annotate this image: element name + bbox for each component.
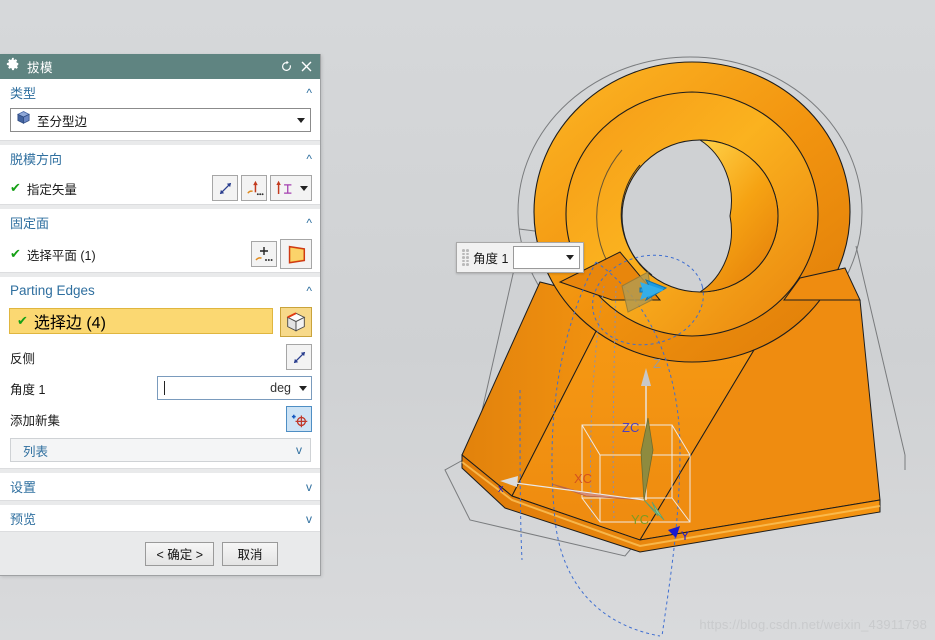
status-check-icon: ✔ — [17, 313, 28, 328]
group-draft-direction-title: 脱模方向 — [10, 152, 63, 167]
vector-dialog-icon[interactable] — [270, 175, 312, 201]
watermark: https://blog.csdn.net/weixin_43911798 — [699, 617, 927, 632]
group-draft-direction-header[interactable]: 脱模方向 ^ — [0, 145, 320, 172]
drag-grip-icon[interactable] — [461, 248, 470, 267]
cube-edge-icon[interactable] — [280, 306, 312, 337]
add-new-set-icon[interactable] — [286, 406, 312, 432]
gear-icon — [6, 57, 20, 76]
angle-input[interactable]: deg — [157, 376, 312, 400]
axis-label-yc: YC — [631, 512, 649, 527]
add-new-set-label: 添加新集 — [10, 413, 61, 428]
select-edge-label: 选择边 (4) — [33, 315, 106, 332]
chevron-down-icon[interactable] — [299, 385, 307, 391]
group-preview-title: 预览 — [10, 512, 37, 527]
group-type-title: 类型 — [10, 86, 37, 101]
chevron-down-icon[interactable]: v — [296, 444, 302, 456]
reset-icon[interactable] — [276, 57, 296, 77]
group-settings-title: 设置 — [10, 480, 37, 495]
group-stationary-face-header[interactable]: 固定面 ^ — [0, 209, 320, 236]
reverse-direction-icon[interactable] — [286, 344, 312, 370]
text-cursor — [164, 381, 165, 395]
angle-unit: deg — [270, 381, 291, 395]
select-edge-row[interactable]: ✔ 选择边 (4) — [9, 308, 273, 334]
axis-label-y: Y — [681, 529, 689, 543]
group-settings-header[interactable]: 设置 v — [0, 473, 320, 500]
face-select-icon[interactable] — [280, 239, 312, 269]
snap-point-icon[interactable] — [251, 241, 277, 267]
specify-vector-label: 指定矢量 — [26, 182, 77, 197]
group-preview: 预览 v — [0, 505, 320, 531]
cancel-button[interactable]: 取消 — [222, 541, 278, 566]
group-type: 类型 ^ 至分型边 — [0, 79, 320, 141]
select-face-row[interactable]: ✔ 选择平面 (1) — [0, 236, 320, 272]
group-stationary-face: 固定面 ^ ✔ 选择平面 (1) — [0, 209, 320, 273]
group-parting-edges-title: Parting Edges — [10, 283, 95, 298]
floating-angle-label: 角度 1 — [473, 252, 509, 266]
group-type-header[interactable]: 类型 ^ — [0, 79, 320, 106]
list-label: 列表 — [23, 444, 49, 459]
specify-vector-row[interactable]: ✔ 指定矢量 — [0, 172, 320, 204]
reverse-side-label: 反侧 — [10, 351, 36, 366]
select-edge-wrap: ✔ 选择边 (4) — [0, 304, 320, 341]
chevron-down-icon[interactable]: v — [306, 513, 312, 525]
reverse-direction-icon[interactable] — [212, 175, 238, 201]
group-draft-direction: 脱模方向 ^ ✔ 指定矢量 — [0, 145, 320, 205]
vector-toolbar — [209, 175, 312, 201]
axis-label-x-small: x — [498, 483, 504, 495]
close-icon[interactable] — [296, 57, 316, 77]
chevron-down-icon[interactable] — [297, 117, 305, 123]
status-check-icon: ✔ — [10, 246, 21, 261]
dialog-body: 类型 ^ 至分型边 脱模方向 ^ ✔ 指定矢量 固定面 ^ ✔ 选择平面 (1)… — [0, 79, 320, 531]
draft-dialog[interactable]: 拔模 类型 ^ 至分型边 脱模方向 ^ ✔ 指定矢量 固定面 ^ ✔ 选择平面 … — [0, 54, 321, 576]
group-stationary-face-title: 固定面 — [10, 216, 50, 231]
dialog-footer: < 确定 > 取消 — [0, 531, 320, 575]
chevron-down-icon[interactable] — [300, 185, 308, 191]
select-face-label: 选择平面 (1) — [26, 248, 96, 263]
axis-label-zc: ZC — [622, 420, 639, 435]
group-preview-header[interactable]: 预览 v — [0, 505, 320, 531]
dialog-title: 拔模 — [27, 61, 54, 75]
group-parting-edges: Parting Edges ^ ✔ 选择边 (4) 反侧 角度 1 deg 添加… — [0, 277, 320, 469]
chevron-up-icon[interactable]: ^ — [306, 217, 312, 229]
reverse-side-row[interactable]: 反侧 — [0, 341, 320, 373]
ok-button[interactable]: < 确定 > — [145, 541, 214, 566]
list-bar[interactable]: 列表 v — [10, 438, 311, 462]
angle-label: 角度 1 — [10, 382, 46, 397]
chevron-up-icon[interactable]: ^ — [306, 153, 312, 165]
vector-constructor-icon[interactable] — [241, 175, 267, 201]
status-check-icon: ✔ — [10, 180, 21, 195]
chevron-up-icon[interactable]: ^ — [306, 87, 312, 99]
axis-label-xc: XC — [574, 471, 592, 486]
chevron-down-icon[interactable]: v — [306, 481, 312, 493]
axis-label-z: Z — [653, 356, 661, 371]
type-dropdown-value: 至分型边 — [37, 114, 88, 129]
add-new-set-row[interactable]: 添加新集 — [0, 403, 320, 435]
floating-angle-widget[interactable]: 角度 1 — [456, 242, 584, 273]
dialog-titlebar: 拔模 — [0, 54, 320, 79]
angle-row: 角度 1 deg — [0, 373, 320, 403]
chevron-up-icon[interactable]: ^ — [306, 285, 312, 297]
floating-angle-input[interactable] — [513, 246, 580, 269]
blue-cube-icon — [16, 110, 31, 130]
group-parting-edges-header[interactable]: Parting Edges ^ — [0, 277, 320, 304]
chevron-down-icon[interactable] — [566, 255, 574, 260]
group-settings: 设置 v — [0, 473, 320, 501]
type-dropdown[interactable]: 至分型边 — [10, 108, 311, 132]
cylinder-head — [533, 61, 851, 363]
